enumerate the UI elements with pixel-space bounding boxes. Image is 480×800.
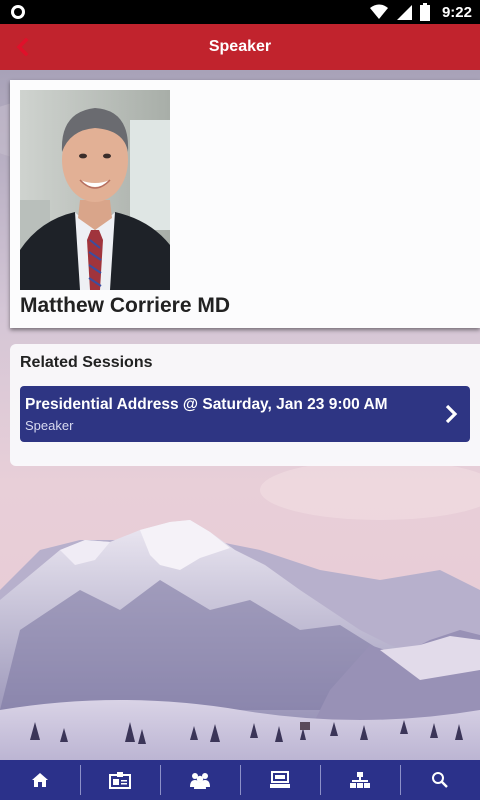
session-title: Presidential Address @ Saturday, Jan 23 … [25,396,388,413]
nav-people[interactable] [160,760,240,800]
nav-exhibitors[interactable] [240,760,320,800]
related-sessions-card: Related Sessions Presidential Address @ … [10,344,480,466]
nav-org-chart[interactable] [320,760,400,800]
status-time: 9:22 [441,3,472,21]
session-role: Speaker [25,418,74,433]
battery-icon [419,3,430,21]
people-icon [190,773,210,789]
page-title: Speaker [208,38,272,55]
speaker-name: Matthew Corriere MD [20,294,231,317]
nav-home[interactable] [0,760,80,800]
notification-icon [11,5,25,19]
status-bar: 9:22 [0,0,480,24]
search-icon [432,772,448,788]
badge-icon [109,772,131,789]
related-sessions-heading: Related Sessions [20,354,153,371]
bottom-nav [0,760,480,800]
signal-icon [396,5,412,20]
nav-search[interactable] [400,760,480,800]
wifi-icon [369,4,388,19]
exhibitor-icon [270,771,290,788]
chevron-left-icon [16,38,29,56]
nav-badge[interactable] [80,760,160,800]
back-button[interactable] [10,35,34,59]
speaker-photo [20,90,170,290]
home-icon [32,773,48,787]
org-chart-icon [350,772,370,788]
app-bar: Speaker [0,24,480,70]
session-item[interactable]: Presidential Address @ Saturday, Jan 23 … [20,386,470,442]
chevron-right-icon [445,404,458,424]
status-icons: 9:22 [369,2,472,22]
speaker-card: Matthew Corriere MD [10,80,480,328]
